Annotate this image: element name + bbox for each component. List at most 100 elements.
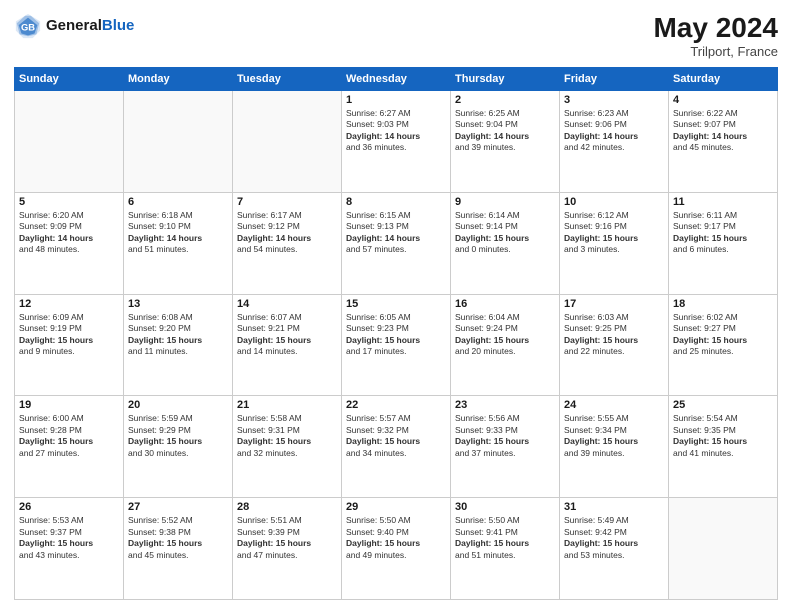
day-info: Sunrise: 6:14 AMSunset: 9:14 PMDaylight:… — [455, 210, 555, 256]
col-sunday: Sunday — [15, 68, 124, 91]
day-info: Sunrise: 6:27 AMSunset: 9:03 PMDaylight:… — [346, 108, 446, 154]
table-row: 10 Sunrise: 6:12 AMSunset: 9:16 PMDayligh… — [560, 192, 669, 294]
day-info: Sunrise: 5:49 AMSunset: 9:42 PMDaylight:… — [564, 515, 664, 561]
table-row: 21 Sunrise: 5:58 AMSunset: 9:31 PMDayligh… — [233, 396, 342, 498]
day-number: 21 — [237, 399, 337, 411]
day-number: 1 — [346, 94, 446, 106]
table-row: 6Sunrise: 6:18 AMSunset: 9:10 PMDaylight… — [124, 192, 233, 294]
day-number: 11 — [673, 196, 773, 208]
day-info: Sunrise: 6:20 AMSunset: 9:09 PMDaylight:… — [19, 210, 119, 256]
day-info: Sunrise: 5:50 AMSunset: 9:41 PMDaylight:… — [455, 515, 555, 561]
day-number: 19 — [19, 399, 119, 411]
calendar-week-row: 26 Sunrise: 5:53 AMSunset: 9:37 PMDayligh… — [15, 498, 778, 600]
table-row: 1 Sunrise: 6:27 AMSunset: 9:03 PMDaylight… — [342, 91, 451, 193]
calendar-week-row: 12Sunrise: 6:09 AMSunset: 9:19 PMDayligh… — [15, 294, 778, 396]
logo-text: GeneralBlue — [46, 18, 134, 35]
calendar-header-row: Sunday Monday Tuesday Wednesday Thursday… — [15, 68, 778, 91]
day-number: 10 — [564, 196, 664, 208]
day-number: 3 — [564, 94, 664, 106]
table-row: 23Sunrise: 5:56 AMSunset: 9:33 PMDayligh… — [451, 396, 560, 498]
table-row: 15 Sunrise: 6:05 AMSunset: 9:23 PMDayligh… — [342, 294, 451, 396]
table-row — [15, 91, 124, 193]
day-number: 13 — [128, 298, 228, 310]
col-friday: Friday — [560, 68, 669, 91]
day-info: Sunrise: 5:57 AMSunset: 9:32 PMDaylight:… — [346, 413, 446, 459]
table-row: 12Sunrise: 6:09 AMSunset: 9:19 PMDayligh… — [15, 294, 124, 396]
day-number: 27 — [128, 501, 228, 513]
day-info: Sunrise: 5:58 AMSunset: 9:31 PMDaylight:… — [237, 413, 337, 459]
day-info: Sunrise: 5:56 AMSunset: 9:33 PMDaylight:… — [455, 413, 555, 459]
day-info: Sunrise: 6:11 AMSunset: 9:17 PMDaylight:… — [673, 210, 773, 256]
day-info: Sunrise: 6:02 AMSunset: 9:27 PMDaylight:… — [673, 312, 773, 358]
page: GB GeneralBlue May 2024 Trilport, France… — [0, 0, 792, 612]
col-saturday: Saturday — [669, 68, 778, 91]
col-tuesday: Tuesday — [233, 68, 342, 91]
calendar-table: Sunday Monday Tuesday Wednesday Thursday… — [14, 67, 778, 600]
table-row: 22 Sunrise: 5:57 AMSunset: 9:32 PMDayligh… — [342, 396, 451, 498]
svg-text:GB: GB — [21, 23, 35, 33]
day-number: 31 — [564, 501, 664, 513]
table-row: 2Sunrise: 6:25 AMSunset: 9:04 PMDaylight… — [451, 91, 560, 193]
col-monday: Monday — [124, 68, 233, 91]
table-row — [669, 498, 778, 600]
month-year: May 2024 — [653, 12, 778, 44]
table-row: 26 Sunrise: 5:53 AMSunset: 9:37 PMDayligh… — [15, 498, 124, 600]
day-info: Sunrise: 6:08 AMSunset: 9:20 PMDaylight:… — [128, 312, 228, 358]
day-info: Sunrise: 6:05 AMSunset: 9:23 PMDaylight:… — [346, 312, 446, 358]
day-number: 18 — [673, 298, 773, 310]
day-info: Sunrise: 6:23 AMSunset: 9:06 PMDaylight:… — [564, 108, 664, 154]
day-info: Sunrise: 6:17 AMSunset: 9:12 PMDaylight:… — [237, 210, 337, 256]
day-info: Sunrise: 6:07 AMSunset: 9:21 PMDaylight:… — [237, 312, 337, 358]
day-info: Sunrise: 5:55 AMSunset: 9:34 PMDaylight:… — [564, 413, 664, 459]
table-row: 20Sunrise: 5:59 AMSunset: 9:29 PMDayligh… — [124, 396, 233, 498]
table-row: 16 Sunrise: 6:04 AMSunset: 9:24 PMDayligh… — [451, 294, 560, 396]
day-number: 14 — [237, 298, 337, 310]
calendar-week-row: 1 Sunrise: 6:27 AMSunset: 9:03 PMDaylight… — [15, 91, 778, 193]
table-row: 3 Sunrise: 6:23 AMSunset: 9:06 PMDaylight… — [560, 91, 669, 193]
day-info: Sunrise: 5:50 AMSunset: 9:40 PMDaylight:… — [346, 515, 446, 561]
day-number: 9 — [455, 196, 555, 208]
table-row: 29Sunrise: 5:50 AMSunset: 9:40 PMDayligh… — [342, 498, 451, 600]
table-row: 11 Sunrise: 6:11 AMSunset: 9:17 PMDayligh… — [669, 192, 778, 294]
calendar-week-row: 19Sunrise: 6:00 AMSunset: 9:28 PMDayligh… — [15, 396, 778, 498]
day-number: 16 — [455, 298, 555, 310]
day-info: Sunrise: 6:12 AMSunset: 9:16 PMDaylight:… — [564, 210, 664, 256]
day-number: 22 — [346, 399, 446, 411]
day-number: 30 — [455, 501, 555, 513]
logo: GB GeneralBlue — [14, 12, 134, 40]
calendar-week-row: 5Sunrise: 6:20 AMSunset: 9:09 PMDaylight… — [15, 192, 778, 294]
day-number: 28 — [237, 501, 337, 513]
title-block: May 2024 Trilport, France — [653, 12, 778, 59]
table-row: 5Sunrise: 6:20 AMSunset: 9:09 PMDaylight… — [15, 192, 124, 294]
logo-icon: GB — [14, 12, 42, 40]
table-row — [124, 91, 233, 193]
location: Trilport, France — [653, 44, 778, 59]
day-info: Sunrise: 5:51 AMSunset: 9:39 PMDaylight:… — [237, 515, 337, 561]
day-info: Sunrise: 5:53 AMSunset: 9:37 PMDaylight:… — [19, 515, 119, 561]
day-number: 25 — [673, 399, 773, 411]
table-row: 31 Sunrise: 5:49 AMSunset: 9:42 PMDayligh… — [560, 498, 669, 600]
day-info: Sunrise: 6:25 AMSunset: 9:04 PMDaylight:… — [455, 108, 555, 154]
day-number: 15 — [346, 298, 446, 310]
header: GB GeneralBlue May 2024 Trilport, France — [14, 12, 778, 59]
day-number: 17 — [564, 298, 664, 310]
day-number: 6 — [128, 196, 228, 208]
day-number: 7 — [237, 196, 337, 208]
day-info: Sunrise: 6:04 AMSunset: 9:24 PMDaylight:… — [455, 312, 555, 358]
day-number: 4 — [673, 94, 773, 106]
table-row: 25 Sunrise: 5:54 AMSunset: 9:35 PMDayligh… — [669, 396, 778, 498]
col-wednesday: Wednesday — [342, 68, 451, 91]
day-info: Sunrise: 5:52 AMSunset: 9:38 PMDaylight:… — [128, 515, 228, 561]
day-info: Sunrise: 5:54 AMSunset: 9:35 PMDaylight:… — [673, 413, 773, 459]
table-row: 24Sunrise: 5:55 AMSunset: 9:34 PMDayligh… — [560, 396, 669, 498]
day-info: Sunrise: 6:15 AMSunset: 9:13 PMDaylight:… — [346, 210, 446, 256]
day-info: Sunrise: 6:09 AMSunset: 9:19 PMDaylight:… — [19, 312, 119, 358]
table-row: 7 Sunrise: 6:17 AMSunset: 9:12 PMDaylight… — [233, 192, 342, 294]
table-row: 9 Sunrise: 6:14 AMSunset: 9:14 PMDaylight… — [451, 192, 560, 294]
day-number: 26 — [19, 501, 119, 513]
day-number: 8 — [346, 196, 446, 208]
col-thursday: Thursday — [451, 68, 560, 91]
table-row: 30 Sunrise: 5:50 AMSunset: 9:41 PMDayligh… — [451, 498, 560, 600]
table-row — [233, 91, 342, 193]
day-number: 20 — [128, 399, 228, 411]
